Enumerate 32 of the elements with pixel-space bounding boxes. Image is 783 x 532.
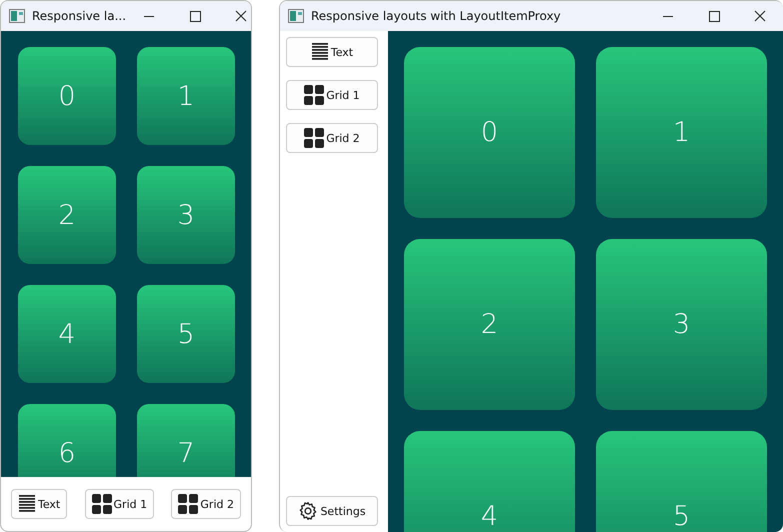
- window-title: Responsive la...: [32, 9, 126, 23]
- number-tile: 1: [596, 47, 767, 218]
- number-tile: 0: [404, 47, 575, 218]
- settings-icon: [298, 501, 318, 521]
- number-tile: 4: [404, 431, 575, 532]
- app-icon: [288, 9, 304, 23]
- nav-button[interactable]: Text: [286, 37, 378, 67]
- number-tile: 5: [596, 431, 767, 532]
- nav-button[interactable]: Grid 2: [286, 123, 378, 153]
- number-tile: 5: [137, 285, 235, 383]
- number-tile: 2: [404, 239, 575, 410]
- grid-icon: [304, 128, 324, 148]
- grid-icon: [304, 85, 324, 105]
- number-tile: 7: [137, 404, 235, 477]
- number-tile: 6: [18, 404, 116, 477]
- window-title: Responsive layouts with LayoutItemProxy: [311, 9, 562, 23]
- nav-button[interactable]: Grid 2: [171, 489, 241, 519]
- number-tile: 3: [137, 166, 235, 264]
- number-tile: 3: [596, 239, 767, 410]
- lines-icon: [310, 43, 329, 61]
- nav-button[interactable]: Text: [11, 489, 68, 519]
- lines-icon: [18, 495, 36, 513]
- number-tile: 4: [18, 285, 116, 383]
- number-tile: 1: [137, 47, 235, 145]
- number-tile: 0: [18, 47, 116, 145]
- app-icon: [9, 9, 25, 23]
- nav-button[interactable]: Grid 1: [286, 80, 378, 110]
- grid-icon: [92, 494, 112, 514]
- nav-button[interactable]: Grid 1: [84, 489, 154, 519]
- settings-button[interactable]: Settings: [286, 496, 378, 526]
- grid-icon: [178, 494, 198, 514]
- number-tile: 2: [18, 166, 116, 264]
